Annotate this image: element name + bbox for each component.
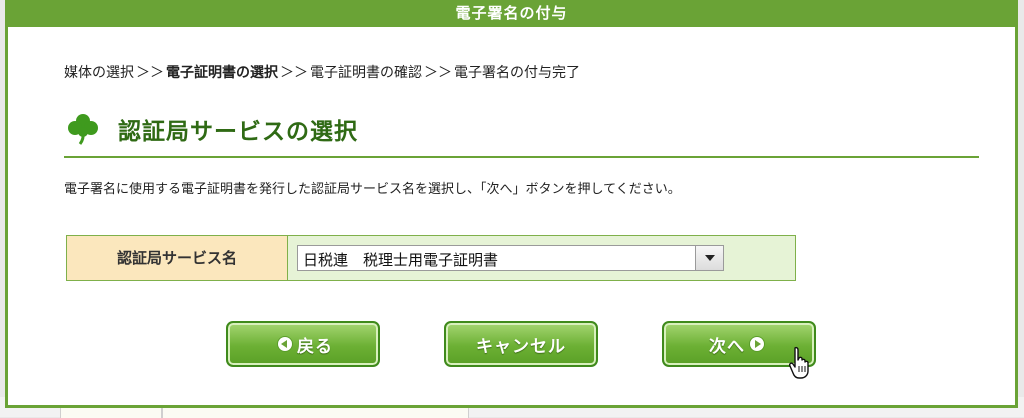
- service-select-value: 日税連 税理士用電子証明書: [303, 251, 499, 269]
- service-name-label: 認証局サービス名: [67, 236, 288, 280]
- cancel-button-label: キャンセル: [476, 336, 566, 357]
- breadcrumb-separator: ＞＞: [136, 65, 164, 81]
- clover-icon: [68, 114, 98, 145]
- service-select[interactable]: 日税連 税理士用電子証明書: [297, 245, 724, 271]
- next-button-label: 次へ: [709, 336, 745, 357]
- service-form-row: 認証局サービス名 日税連 税理士用電子証明書: [66, 235, 796, 281]
- back-button[interactable]: 戻る: [226, 321, 380, 367]
- chevron-down-icon[interactable]: [695, 246, 723, 270]
- arrow-left-circle-icon: [278, 337, 292, 351]
- breadcrumb-step-certificate-confirm: 電子証明書の確認: [310, 65, 422, 81]
- breadcrumb-separator: ＞＞: [280, 65, 308, 81]
- hand-cursor-icon: [789, 346, 809, 379]
- breadcrumb-step-complete: 電子署名の付与完了: [454, 65, 580, 81]
- instruction-text: 電子署名に使用する電子証明書を発行した認証局サービス名を選択し、「次へ」ボタンを…: [64, 182, 681, 197]
- dialog-title: 電子署名の付与: [8, 0, 1015, 27]
- section-title: 認証局サービスの選択: [118, 119, 358, 145]
- back-button-label: 戻る: [297, 336, 333, 357]
- section-heading: 認証局サービスの選択: [64, 108, 979, 158]
- signature-dialog: 電子署名の付与 媒体の選択 ＞＞ 電子証明書の選択 ＞＞ 電子証明書の確認 ＞＞ 電子署名の…: [5, 0, 1018, 408]
- breadcrumb-step-certificate-select: 電子証明書の選択: [166, 65, 278, 81]
- breadcrumb-step-media: 媒体の選択: [64, 65, 134, 81]
- cancel-button[interactable]: キャンセル: [444, 321, 598, 367]
- arrow-right-circle-icon: [750, 337, 764, 351]
- breadcrumb: 媒体の選択 ＞＞ 電子証明書の選択 ＞＞ 電子証明書の確認 ＞＞ 電子署名の付与完了: [64, 62, 580, 82]
- breadcrumb-separator: ＞＞: [424, 65, 452, 81]
